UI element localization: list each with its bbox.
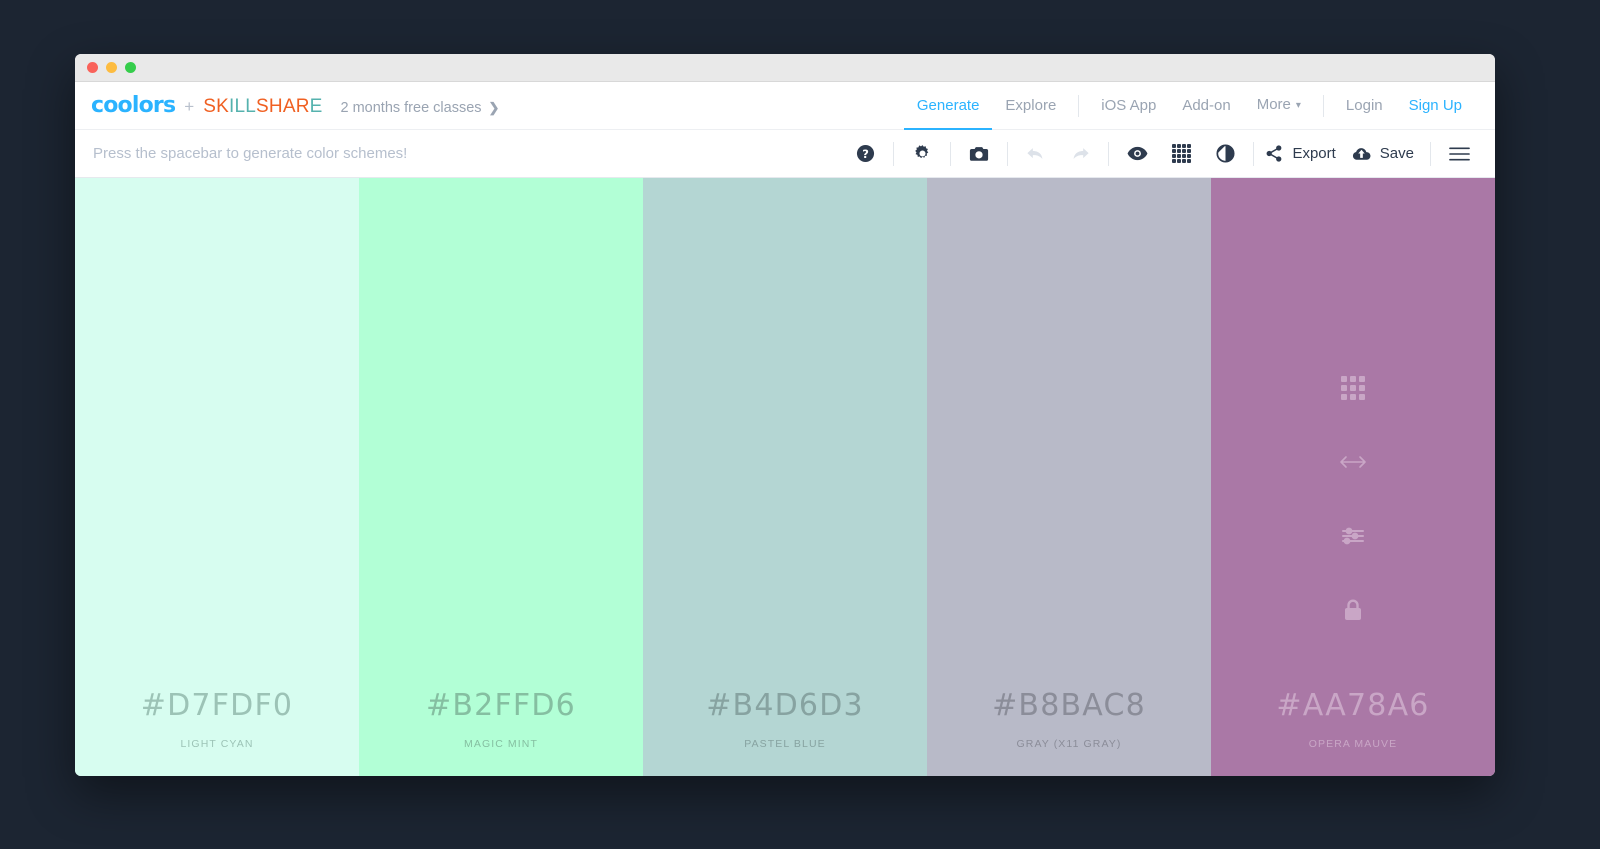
redo-icon[interactable] <box>1058 130 1102 178</box>
color-swatch[interactable]: #B2FFD6 MAGIC MINT <box>359 178 643 776</box>
window-close-button[interactable] <box>87 62 98 73</box>
swatch-color-name: PASTEL BLUE <box>744 738 826 750</box>
toolbar-history-icons <box>1014 130 1115 177</box>
toolbar-actions: Export Save <box>1260 130 1481 177</box>
nav-item-ios-app[interactable]: iOS App <box>1088 82 1169 130</box>
save-button[interactable]: Save <box>1346 145 1424 162</box>
export-label: Export <box>1292 145 1336 162</box>
chevron-down-icon: ▾ <box>1295 99 1301 111</box>
nav-item-add-on[interactable]: Add-on <box>1169 82 1243 130</box>
svg-text:?: ? <box>862 147 869 161</box>
help-icon[interactable]: ? <box>843 130 887 178</box>
skillshare-logo[interactable]: SKILLSHARE <box>203 96 322 118</box>
hamburger-menu-icon[interactable] <box>1437 130 1481 178</box>
brand-block: coolors + SKILLSHARE 2 months free class… <box>91 93 499 118</box>
nav-secondary-group: iOS App Add-on More ▾ <box>1088 81 1314 129</box>
plus-separator: + <box>184 97 195 116</box>
promo-label: 2 months free classes <box>340 100 482 116</box>
color-swatch[interactable]: #AA78A6 OPERA MAUVE <box>1211 178 1495 776</box>
spacebar-hint: Press the spacebar to generate color sch… <box>93 145 408 162</box>
undo-icon[interactable] <box>1014 130 1058 178</box>
skillshare-letter-8: R <box>295 96 310 117</box>
editor-toolbar: Press the spacebar to generate color sch… <box>75 130 1495 178</box>
window-maximize-button[interactable] <box>125 62 136 73</box>
camera-icon[interactable] <box>957 130 1001 178</box>
grid-icon-dots <box>1172 144 1191 163</box>
skillshare-letter-9: E <box>309 96 323 117</box>
window-titlebar <box>75 54 1495 82</box>
share-icon <box>1267 145 1282 162</box>
nav-item-generate[interactable]: Generate <box>904 82 993 130</box>
nav-primary-group: Generate Explore <box>904 82 1069 130</box>
drag-grid-icon[interactable] <box>1339 374 1367 402</box>
swatch-color-name: GRAY (X11 GRAY) <box>1016 738 1122 750</box>
toolbar-divider-6 <box>1430 141 1431 166</box>
browser-window: coolors + SKILLSHARE 2 months free class… <box>75 54 1495 776</box>
nav-divider-1 <box>1078 94 1080 117</box>
nav-item-explore[interactable]: Explore <box>992 82 1069 130</box>
cloud-upload-icon <box>1352 147 1371 160</box>
nav-divider-2 <box>1322 94 1324 117</box>
toolbar-divider-5 <box>1253 141 1255 166</box>
settings-gear-icon[interactable] <box>900 130 944 178</box>
eye-icon[interactable] <box>1115 130 1159 178</box>
toolbar-divider-3 <box>1007 141 1009 166</box>
window-minimize-button[interactable] <box>106 62 117 73</box>
swatch-hex-label[interactable]: #B4D6D3 <box>706 688 864 723</box>
toolbar-divider-2 <box>950 141 952 166</box>
swatch-color-name: LIGHT CYAN <box>180 738 254 750</box>
color-swatch[interactable]: #B8BAC8 GRAY (X11 GRAY) <box>927 178 1211 776</box>
export-button[interactable]: Export <box>1260 145 1345 162</box>
lock-icon[interactable] <box>1339 596 1367 624</box>
skillshare-letter-4: L <box>245 96 257 117</box>
swatch-hex-label[interactable]: #D7FDF0 <box>141 688 293 723</box>
swatch-hex-label[interactable]: #AA78A6 <box>1276 688 1429 723</box>
nav-item-more[interactable]: More ▾ <box>1244 81 1314 129</box>
top-navigation-bar: coolors + SKILLSHARE 2 months free class… <box>75 82 1495 130</box>
toolbar-left-icons: ? <box>843 130 1014 177</box>
skillshare-letter-7: A <box>282 96 296 117</box>
skillshare-letter-5: S <box>256 96 269 117</box>
toolbar-divider-4 <box>1108 141 1110 166</box>
chevron-right-icon: ❯ <box>488 100 500 115</box>
skillshare-letter-6: H <box>268 96 283 117</box>
coolors-logo[interactable]: coolors <box>91 93 176 118</box>
swatch-hex-label[interactable]: #B8BAC8 <box>992 688 1146 723</box>
nav-item-more-label: More <box>1256 96 1291 114</box>
swatch-color-name: OPERA MAUVE <box>1308 738 1398 750</box>
color-palette: #D7FDF0 LIGHT CYAN #B2FFD6 MAGIC MINT #B4D6D… <box>75 178 1495 776</box>
contrast-icon[interactable] <box>1203 130 1247 178</box>
swatch-action-icons <box>1211 374 1495 624</box>
color-swatch[interactable]: #B4D6D3 PASTEL BLUE <box>643 178 927 776</box>
skillshare-letter-3: L <box>234 96 246 117</box>
toolbar-divider-1 <box>893 141 895 166</box>
drag-grid-icon-dots <box>1341 376 1365 400</box>
nav-item-login[interactable]: Login <box>1333 82 1396 130</box>
resize-horizontal-icon[interactable] <box>1339 448 1367 476</box>
toolbar-view-icons <box>1115 130 1260 177</box>
promo-link[interactable]: 2 months free classes ❯ <box>340 100 499 116</box>
nav-account-group: Login Sign Up <box>1333 82 1475 130</box>
grid-icon[interactable] <box>1159 130 1203 178</box>
swatch-hex-label[interactable]: #B2FFD6 <box>426 688 576 723</box>
skillshare-letter-0: S <box>203 96 217 117</box>
swatch-color-name: MAGIC MINT <box>464 738 538 750</box>
adjust-sliders-icon[interactable] <box>1339 522 1367 550</box>
color-swatch[interactable]: #D7FDF0 LIGHT CYAN <box>75 178 359 776</box>
nav-item-signup[interactable]: Sign Up <box>1396 82 1475 130</box>
skillshare-letter-1: K <box>216 96 229 117</box>
save-label: Save <box>1379 145 1414 162</box>
